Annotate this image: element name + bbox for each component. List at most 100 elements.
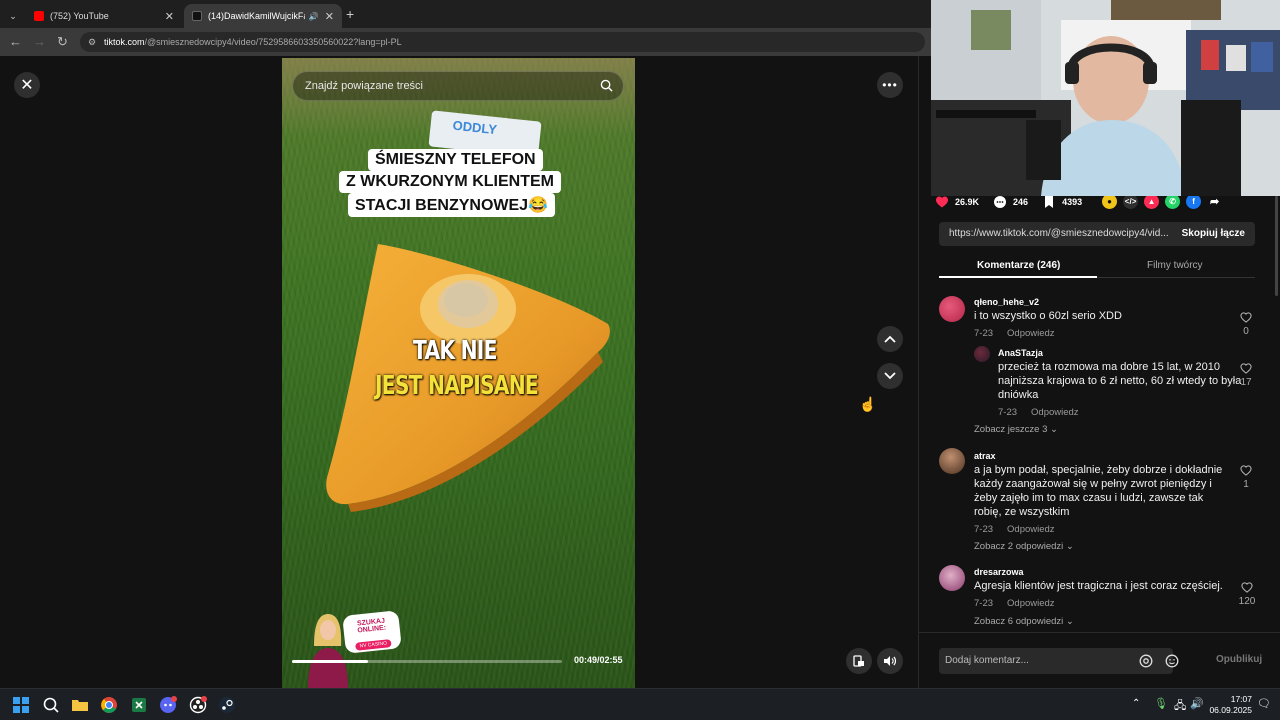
avatar[interactable] [939, 448, 965, 474]
copy-link-button[interactable]: Skopiuj łącze [1172, 222, 1255, 246]
search-placeholder: Znajdź powiązane treści [305, 80, 424, 92]
comment-username[interactable]: dresarzowa [974, 567, 1024, 577]
chrome-icon[interactable] [100, 696, 118, 714]
comment-text: i to wszystko o 60zl serio XDD [974, 310, 1122, 322]
see-more-replies[interactable]: Zobacz jeszcze 3 ⌄ [974, 424, 1058, 435]
share-link-url[interactable]: https://www.tiktok.com/@smiesznedowcipy4… [949, 228, 1169, 239]
reload-button[interactable]: ↻ [57, 34, 68, 50]
forward-button[interactable]: → [33, 34, 46, 49]
more-options-button[interactable]: ••• [877, 72, 903, 98]
bookmark-icon [1045, 195, 1054, 208]
comment-like-button[interactable]: 1 [1238, 465, 1254, 490]
new-tab-button[interactable]: + [346, 6, 354, 22]
progress-fill [292, 660, 368, 663]
obs-icon[interactable] [189, 696, 207, 714]
scrollbar[interactable] [1275, 196, 1278, 296]
like-button[interactable]: 26.9K [935, 195, 979, 209]
taskbar: ⌃ 🎙 🖧 🔊 17:07 06.09.2025 🗨 [0, 688, 1280, 720]
like-count: 26.9K [955, 196, 980, 207]
reply-username[interactable]: AnaSTazja [998, 348, 1043, 358]
mouse-cursor: ☝ [859, 396, 877, 412]
caption-line-3: STACJI BENZYNOWEJ😂 [348, 193, 555, 217]
related-search-input[interactable]: Znajdź powiązane treści [292, 71, 624, 101]
close-tab-icon[interactable]: ✕ [165, 10, 174, 23]
url-field[interactable]: ⚙ tiktok.com/@smiesznedowcipy4/video/752… [80, 32, 925, 52]
video-player[interactable]: ODDLY Znajdź powiązane treści ŚMIESZNY T… [282, 58, 635, 688]
steam-icon[interactable] [218, 696, 236, 714]
tab-comments[interactable]: Komentarze (246) [977, 260, 1060, 271]
url-path: /@smiesznedowcipy4/video/752958660335056… [144, 37, 402, 47]
comment-like-count: 0 [1243, 326, 1249, 337]
mention-icon[interactable] [1139, 654, 1153, 668]
facebook-icon[interactable]: f [1186, 194, 1202, 209]
pip-button[interactable] [846, 648, 872, 674]
previous-video-button[interactable] [877, 326, 903, 352]
embed-icon[interactable]: </> [1123, 194, 1139, 209]
avatar[interactable] [939, 296, 965, 322]
reply-button[interactable]: Odpowiedz [1007, 524, 1055, 535]
volume-button[interactable] [877, 648, 903, 674]
discord-icon[interactable] [159, 696, 177, 714]
search-icon[interactable] [42, 696, 60, 714]
reply-button[interactable]: Odpowiedz [1031, 407, 1079, 418]
network-icon[interactable]: 🖧 [1174, 697, 1186, 716]
tab-tiktok[interactable]: (14)DawidKamilWujcikFame 🔊 ✕ [184, 4, 342, 28]
video-progress-bar[interactable] [292, 660, 562, 663]
active-tab-indicator [939, 276, 1097, 278]
notifications-icon[interactable]: 🗨 [1257, 697, 1271, 710]
comment-username[interactable]: qłeno_hehe_v2 [974, 297, 1039, 307]
next-video-button[interactable] [877, 363, 903, 389]
mini-player-icon [853, 655, 864, 667]
comment-like-button[interactable]: 0 [1238, 312, 1254, 337]
tab-creator-videos[interactable]: Filmy twórcy [1147, 260, 1203, 271]
reply-button[interactable]: Odpowiedz [1007, 328, 1055, 339]
see-more-label: Zobacz 6 odpowiedzi [974, 616, 1064, 627]
see-more-replies[interactable]: Zobacz 6 odpowiedzi ⌄ [974, 616, 1074, 627]
comment-like-button[interactable]: 17 [1238, 363, 1254, 388]
comment-date: 7-23 [974, 524, 994, 535]
comment-button[interactable]: 246 [993, 195, 1028, 209]
avatar[interactable] [974, 346, 990, 362]
tab-label: (14)DawidKamilWujcikFame [208, 11, 305, 21]
excel-icon[interactable] [130, 696, 148, 714]
comment-date: 7-23 [974, 598, 994, 609]
comment-input[interactable]: Dodaj komentarz... [939, 648, 1179, 674]
close-tab-icon[interactable]: ✕ [325, 10, 334, 23]
speaker-icon[interactable]: 🔊 [309, 12, 319, 21]
publish-button[interactable]: Opublikuj [1216, 654, 1262, 665]
comment-like-count: 1 [1243, 479, 1249, 490]
send-icon[interactable]: ▲ [1144, 194, 1160, 209]
search-icon[interactable] [600, 79, 613, 92]
tray-chevron-up-icon[interactable]: ⌃ [1132, 698, 1140, 709]
promo-line-2: NV CASINO [355, 639, 392, 651]
avatar[interactable] [939, 565, 965, 591]
share-arrow-icon[interactable]: ➦ [1207, 194, 1222, 209]
site-info-icon[interactable]: ⚙ [88, 32, 96, 52]
file-explorer-icon[interactable] [71, 696, 89, 714]
emoji-icon[interactable] [1165, 654, 1179, 668]
tab-youtube[interactable]: (752) YouTube ✕ [26, 4, 182, 28]
panel-tabs: Komentarze (246) Filmy twórcy [939, 254, 1255, 278]
back-button[interactable]: ← [9, 34, 22, 49]
share-link-box: https://www.tiktok.com/@smiesznedowcipy4… [939, 222, 1255, 246]
heart-icon [936, 196, 948, 207]
see-more-replies[interactable]: Zobacz 2 odpowiedzi ⌄ [974, 541, 1074, 552]
promo-person-image [308, 614, 348, 688]
save-button[interactable]: 4393 [1042, 195, 1082, 209]
comment-like-button[interactable]: 120 [1238, 582, 1256, 607]
microphone-icon[interactable]: 🎙 [1154, 697, 1168, 710]
volume-icon[interactable]: 🔊 [1190, 697, 1204, 710]
tab-search-button[interactable]: ⌄ [2, 4, 24, 28]
clock[interactable]: 17:07 06.09.2025 [1209, 694, 1252, 716]
tab-label: (752) YouTube [50, 11, 109, 21]
share-coin-icon[interactable]: ● [1102, 194, 1118, 209]
reply-button[interactable]: Odpowiedz [1007, 598, 1055, 609]
address-bar-row: ← → ↻ ⚙ tiktok.com/@smiesznedowcipy4/vid… [0, 28, 931, 56]
comment-meta: 7-23 Odpowiedz [974, 524, 1069, 535]
comment-username[interactable]: atrax [974, 451, 996, 461]
windows-start-icon[interactable] [12, 696, 30, 714]
comment-count: 246 [1013, 196, 1029, 207]
close-button[interactable]: ✕ [14, 72, 40, 98]
heart-outline-icon [1240, 312, 1252, 323]
whatsapp-icon[interactable]: ✆ [1165, 194, 1181, 209]
